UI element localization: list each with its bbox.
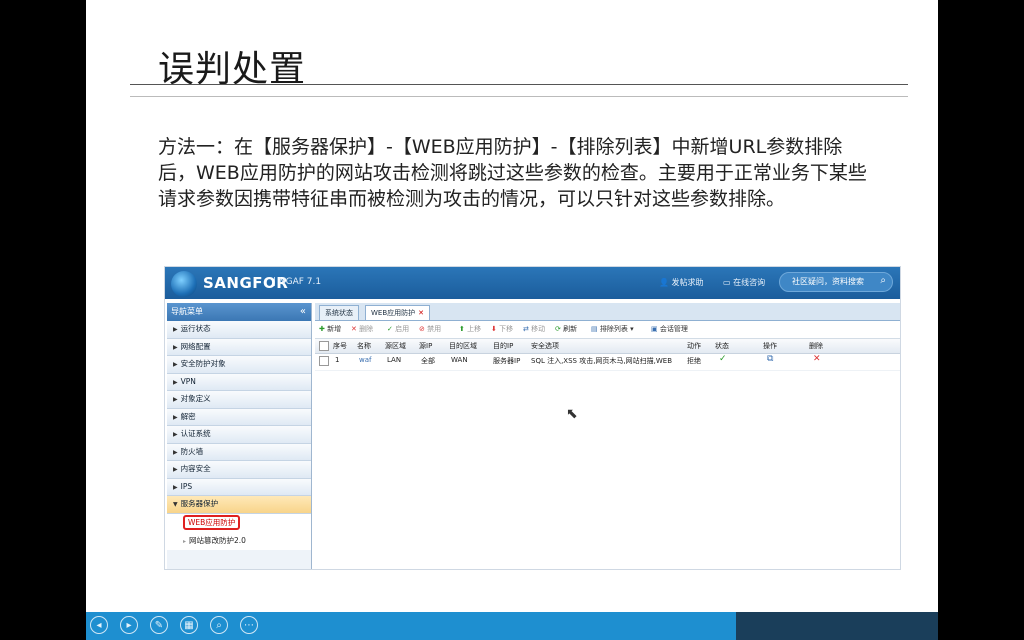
close-icon[interactable]: ✕ (418, 309, 424, 317)
col-src-ip: 源IP (419, 342, 433, 350)
cell-dst-zone: WAN (451, 356, 468, 364)
refresh-button[interactable]: ⟳ 刷新 (555, 324, 577, 334)
table-row[interactable]: 1 waf LAN 全部 WAN 服务器IP SQL 注入,XSS 攻击,网页木… (315, 354, 900, 371)
mouse-cursor-icon: ⬉ (566, 406, 578, 422)
nav-sub-waf[interactable]: WEB应用防护 (167, 513, 311, 532)
nav-item-content-security[interactable]: ▶ 内容安全 (167, 461, 311, 479)
more-icon[interactable]: ⋯ (240, 616, 258, 634)
tab-bar: 系统状态 WEB应用防护 ✕ (315, 303, 900, 321)
nav-item-status[interactable]: ▶ 运行状态 (167, 321, 311, 339)
nav-item-vpn[interactable]: ▶ VPN (167, 373, 311, 391)
cell-action: 拒绝 (687, 357, 701, 365)
tab-system-status[interactable]: 系统状态 (319, 305, 359, 320)
select-all-checkbox[interactable] (319, 341, 329, 351)
nav-sub-tamper[interactable]: ▸ 网站篡改防护2.0 (167, 531, 311, 550)
exclusion-list-button[interactable]: ▤ 排除列表 ▾ (591, 324, 634, 334)
nav-item-protected-objects[interactable]: ▶ 安全防护对象 (167, 356, 311, 374)
search-input[interactable]: 社区疑问，资料搜索 ⌕ (779, 272, 893, 292)
slide: 误判处置 方法一：在【服务器保护】-【WEB应用防护】-【排除列表】中新增URL… (86, 0, 938, 640)
col-dst-zone: 目的区域 (449, 342, 477, 350)
search-placeholder: 社区疑问，资料搜索 (792, 277, 864, 286)
disable-button[interactable]: ⊘ 禁用 (419, 324, 441, 334)
table-header: 序号 名称 源区域 源IP 目的区域 目的IP 安全选项 动作 状态 操作 删除 (315, 339, 900, 354)
col-options: 安全选项 (531, 342, 559, 350)
pen-icon[interactable]: ✎ (150, 616, 168, 634)
prev-icon[interactable]: ◂ (90, 616, 108, 634)
product-version: | NGAF 7.1 (273, 277, 322, 287)
col-status: 状态 (715, 342, 729, 350)
main-content: 系统状态 WEB应用防护 ✕ ✚ 新增 ✕ 删除 ✓ 启用 ⊘ 禁用 ⬆ 上移 ⬇… (315, 303, 900, 569)
cell-no: 1 (335, 356, 340, 364)
row-checkbox[interactable] (319, 356, 329, 366)
nav-item-objects[interactable]: ▶ 对象定义 (167, 391, 311, 409)
move-up-button[interactable]: ⬆ 上移 (459, 324, 481, 334)
status-check-icon[interactable]: ✓ (719, 354, 727, 364)
cell-src-ip: 全部 (421, 357, 435, 365)
bottom-bar-accent (736, 612, 938, 640)
col-action: 动作 (687, 342, 701, 350)
pages-icon[interactable]: ▦ (180, 616, 198, 634)
embedded-screenshot: SANGFOR | NGAF 7.1 👤 发帖求助 ▭ 在线咨询 社区疑问，资料… (164, 266, 901, 570)
search-icon[interactable]: ⌕ (880, 275, 886, 286)
nav-item-auth[interactable]: ▶ 认证系统 (167, 426, 311, 444)
delete-icon[interactable]: ✕ (813, 354, 821, 364)
collapse-icon[interactable]: « (300, 303, 306, 321)
title-divider (130, 84, 908, 85)
title-divider-secondary (130, 96, 908, 97)
add-button[interactable]: ✚ 新增 (319, 324, 341, 334)
enable-button[interactable]: ✓ 启用 (387, 324, 409, 334)
help-link[interactable]: 👤 发帖求助 (659, 277, 704, 288)
consult-link[interactable]: ▭ 在线咨询 (723, 277, 765, 288)
nav-item-firewall[interactable]: ▶ 防火墙 (167, 443, 311, 461)
cell-name-link[interactable]: waf (359, 356, 371, 364)
move-button[interactable]: ⇄ 移动 (523, 324, 545, 334)
cell-options: SQL 注入,XSS 攻击,网页木马,网站扫描,WEB (531, 357, 673, 365)
edit-icon[interactable]: ⧉ (767, 354, 773, 364)
nav-item-server-protection[interactable]: ▼ 服务器保护 (167, 496, 311, 514)
nav-header: 导航菜单 « (167, 303, 311, 321)
nav-menu: 导航菜单 « ▶ 运行状态 ▶ 网络配置 ▶ 安全防护对象 ▶ VPN ▶ 对象定义 ▶ 解… (167, 303, 312, 569)
move-down-button[interactable]: ⬇ 下移 (491, 324, 513, 334)
app-header: SANGFOR | NGAF 7.1 👤 发帖求助 ▭ 在线咨询 社区疑问，资料… (165, 267, 900, 299)
slide-paragraph: 方法一：在【服务器保护】-【WEB应用防护】-【排除列表】中新增URL参数排除后… (158, 136, 867, 210)
col-operation: 操作 (763, 342, 777, 350)
toolbar: ✚ 新增 ✕ 删除 ✓ 启用 ⊘ 禁用 ⬆ 上移 ⬇ 下移 ⇄ 移动 ⟳ 刷新 … (315, 321, 900, 339)
nav-item-decrypt[interactable]: ▶ 解密 (167, 408, 311, 426)
sangfor-logo-icon (171, 271, 197, 297)
col-no: 序号 (333, 342, 347, 350)
col-src-zone: 源区域 (385, 342, 406, 350)
zoom-icon[interactable]: ⌕ (210, 616, 228, 634)
cell-src-zone: LAN (387, 356, 402, 364)
next-icon[interactable]: ▸ (120, 616, 138, 634)
presentation-control-bar: ◂ ▸ ✎ ▦ ⌕ ⋯ (86, 612, 938, 640)
delete-button[interactable]: ✕ 删除 (351, 324, 373, 334)
tab-waf[interactable]: WEB应用防护 ✕ (365, 305, 431, 320)
col-name: 名称 (357, 342, 371, 350)
col-delete: 删除 (809, 342, 823, 350)
session-manage-button[interactable]: ▣ 会话管理 (651, 324, 688, 334)
nav-item-network[interactable]: ▶ 网络配置 (167, 338, 311, 356)
nav-item-ips[interactable]: ▶ IPS (167, 478, 311, 496)
cell-dst-ip: 服务器IP (493, 357, 521, 365)
col-dst-ip: 目的IP (493, 342, 514, 350)
